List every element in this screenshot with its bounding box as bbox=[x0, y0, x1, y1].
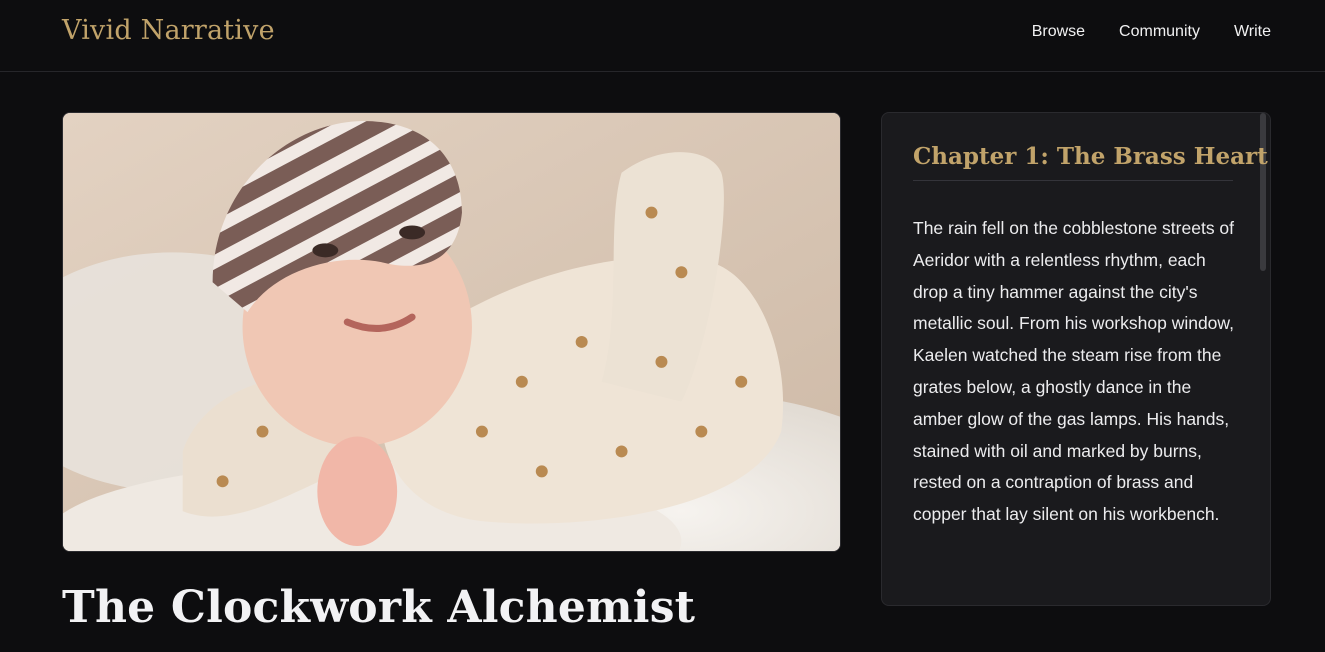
baby-photo-illustration bbox=[63, 113, 840, 551]
story-title: The Clockwork Alchemist bbox=[62, 582, 696, 633]
story-cover-image bbox=[62, 112, 841, 552]
nav-browse-link[interactable]: Browse bbox=[1032, 23, 1085, 41]
brand-logo[interactable]: Vivid Narrative bbox=[62, 15, 275, 46]
chapter-title: Chapter 1: The Brass Heart bbox=[913, 143, 1268, 181]
main-nav: Browse Community Write bbox=[1032, 23, 1271, 41]
top-navigation-bar: Vivid Narrative Browse Community Write bbox=[0, 0, 1325, 72]
chapter-text: The rain fell on the cobblestone streets… bbox=[913, 218, 1235, 525]
nav-community-link[interactable]: Community bbox=[1119, 23, 1200, 41]
nav-write-link[interactable]: Write bbox=[1234, 23, 1271, 41]
panel-scrollbar[interactable] bbox=[1260, 113, 1266, 271]
chapter-preview-panel[interactable]: Chapter 1: The Brass Heart The rain fell… bbox=[881, 112, 1271, 606]
